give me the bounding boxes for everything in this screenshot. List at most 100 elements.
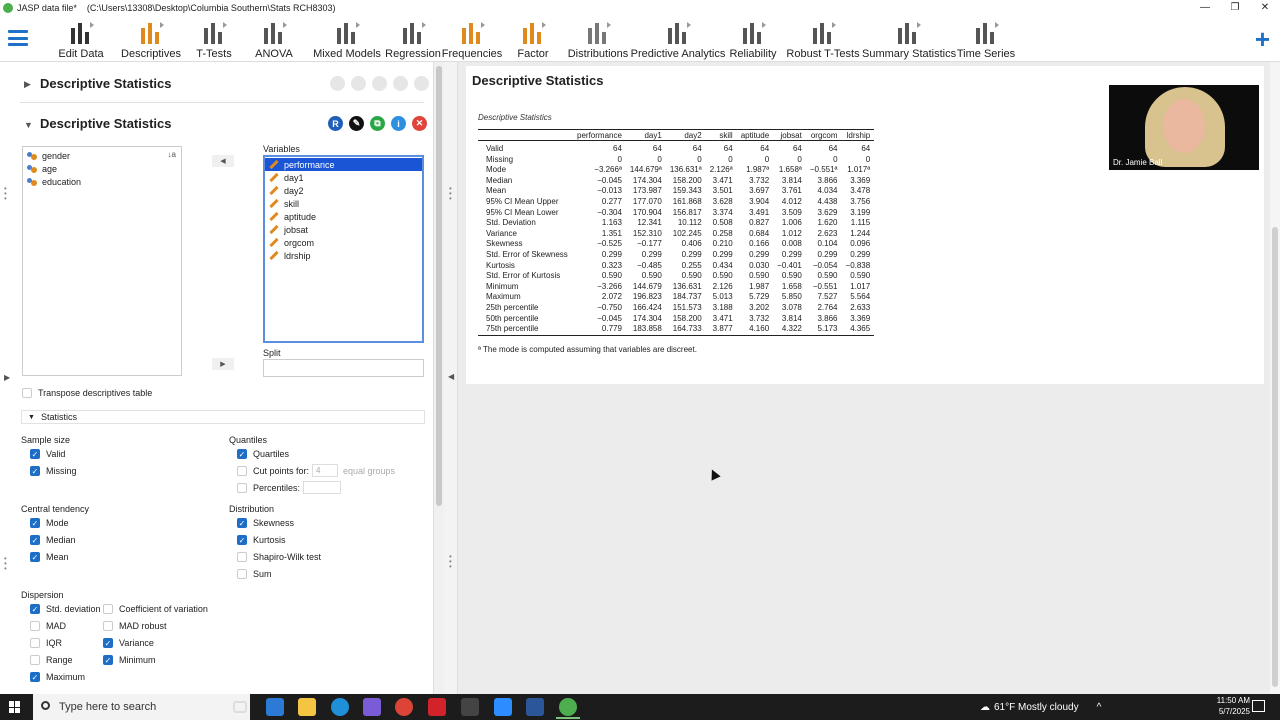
sum-checkbox[interactable]: Sum	[237, 569, 272, 579]
variables-list[interactable]: performance day1 day2 skill aptitude jobsat or…	[263, 155, 424, 343]
ribbon-frequencies-button[interactable]: Frequencies	[440, 16, 504, 62]
mad-robust-checkbox[interactable]: MAD robust	[103, 621, 167, 631]
results-scrollbar[interactable]	[1270, 62, 1280, 694]
mode-checkbox[interactable]: ✓ Mode	[30, 518, 69, 528]
ribbon-button-label: T-Tests	[196, 48, 232, 60]
pane-splitter[interactable]: • • • ◀ • • •	[444, 62, 458, 694]
expand-arrow-icon[interactable]: ▶	[24, 79, 31, 90]
results-title[interactable]: Descriptive Statistics	[472, 73, 604, 88]
r-syntax-icon[interactable]: R	[328, 116, 343, 131]
cut-points-checkbox[interactable]: Cut points for:	[237, 466, 309, 476]
collapse-arrow-icon[interactable]: ▼	[24, 120, 33, 130]
analysis-title[interactable]: Descriptive Statistics	[40, 116, 172, 131]
mean-checkbox[interactable]: ✓ Mean	[30, 552, 69, 562]
zoom-icon[interactable]	[494, 698, 512, 716]
task-view-icon[interactable]	[233, 701, 247, 713]
jasp-logo-icon	[3, 3, 13, 13]
range-checkbox[interactable]: Range	[30, 655, 73, 665]
percentiles-input[interactable]	[303, 481, 341, 494]
drag-handle-icon[interactable]: • • •	[4, 185, 7, 203]
edit-title-icon[interactable]: ✎	[349, 116, 364, 131]
variable-item[interactable]: jobsat	[265, 223, 422, 236]
options-scrollbar[interactable]	[434, 62, 444, 694]
variable-item[interactable]: day1	[265, 171, 422, 184]
restore-icon[interactable]: ❐	[1220, 0, 1250, 16]
jasp-taskbar-icon[interactable]	[559, 698, 577, 716]
missing-checkbox[interactable]: ✓ Missing	[30, 466, 77, 476]
taskbar-search-box[interactable]: Type here to search	[33, 694, 250, 720]
duplicate-icon[interactable]: ⧉	[370, 116, 385, 131]
add-module-icon[interactable]: +	[1255, 24, 1270, 55]
median-checkbox[interactable]: ✓ Median	[30, 535, 76, 545]
move-left-button[interactable]: ◀	[212, 155, 234, 167]
central-tendency-label: Central tendency	[21, 504, 90, 514]
chrome-icon[interactable]	[395, 698, 413, 716]
weather-text[interactable]: 61°F Mostly cloudy	[994, 702, 1079, 713]
ribbon-time-series-button[interactable]: Time Series	[955, 16, 1017, 62]
split-box[interactable]	[263, 359, 424, 377]
ribbon-descriptives-button[interactable]: Descriptives	[117, 16, 185, 62]
ribbon-t-tests-button[interactable]: T-Tests	[185, 16, 243, 62]
transpose-checkbox[interactable]: Transpose descriptives table	[22, 388, 152, 398]
skewness-checkbox[interactable]: ✓ Skewness	[237, 518, 294, 528]
variable-item[interactable]: skill	[265, 197, 422, 210]
valid-checkbox[interactable]: ✓ Valid	[30, 449, 65, 459]
r-app-icon[interactable]	[428, 698, 446, 716]
quartiles-checkbox[interactable]: ✓ Quartiles	[237, 449, 289, 459]
kurtosis-checkbox[interactable]: ✓ Kurtosis	[237, 535, 286, 545]
std-deviation-checkbox[interactable]: ✓ Std. deviation	[30, 604, 101, 614]
iqr-checkbox[interactable]: IQR	[30, 638, 62, 648]
statistics-section-header[interactable]: ▼ Statistics	[21, 410, 425, 424]
copilot-icon[interactable]	[363, 698, 381, 716]
mad-checkbox[interactable]: MAD	[30, 621, 66, 631]
edge-icon[interactable]	[331, 698, 349, 716]
variable-item[interactable]: performance	[265, 158, 422, 171]
sort-icon[interactable]: ↓a	[168, 150, 176, 159]
ribbon-edit-data-button[interactable]: Edit Data	[52, 16, 110, 62]
maximum-checkbox[interactable]: ✓ Maximum	[30, 672, 85, 682]
ribbon-predictive-analytics-button[interactable]: Predictive Analytics	[630, 16, 726, 62]
ribbon-reliability-button[interactable]: Reliability	[728, 16, 778, 62]
word-icon[interactable]	[526, 698, 544, 716]
ribbon-mixed-models-button[interactable]: Mixed Models	[305, 16, 389, 62]
drag-handle-icon[interactable]: • • •	[4, 555, 7, 573]
source-variable-item[interactable]: age	[23, 162, 181, 175]
variable-item[interactable]: day2	[265, 184, 422, 197]
ribbon-anova-button[interactable]: ANOVA	[248, 16, 300, 62]
minimum-checkbox[interactable]: ✓ Minimum	[103, 655, 156, 665]
source-variable-item[interactable]: education	[23, 175, 181, 188]
weather-icon[interactable]: ☁	[980, 702, 990, 713]
coefficient-of-variation-checkbox[interactable]: Coefficient of variation	[103, 604, 208, 614]
percentiles-checkbox[interactable]: Percentiles:	[237, 483, 300, 493]
pen-app-icon[interactable]	[461, 698, 479, 716]
ribbon-factor-button[interactable]: Factor	[508, 16, 558, 62]
shapiro-wilk-checkbox[interactable]: Shapiro-Wilk test	[237, 552, 321, 562]
variable-item[interactable]: orgcom	[265, 236, 422, 249]
source-variables-list[interactable]: gender age education ↓a	[22, 146, 182, 376]
move-right-button[interactable]: ▶	[212, 358, 234, 370]
close-window-icon[interactable]: ✕	[1250, 0, 1280, 16]
nominal-variable-icon	[27, 151, 37, 160]
file-explorer-icon[interactable]	[298, 698, 316, 716]
store-icon[interactable]	[266, 698, 284, 716]
ribbon-robust-t-tests-button[interactable]: Robust T-Tests	[785, 16, 861, 62]
ribbon-regression-button[interactable]: Regression	[382, 16, 444, 62]
variance-checkbox[interactable]: ✓ Variance	[103, 638, 154, 648]
collapsed-analysis-title[interactable]: Descriptive Statistics	[40, 76, 172, 91]
collapse-panel-icon[interactable]: ▶	[4, 373, 10, 382]
menu-icon[interactable]	[8, 30, 28, 46]
ribbon-distributions-button[interactable]: Distributions	[565, 16, 631, 62]
variable-item[interactable]: aptitude	[265, 210, 422, 223]
cut-points-input[interactable]: 4	[312, 464, 338, 477]
tray-chevron-icon[interactable]: ^	[1097, 702, 1102, 713]
remove-analysis-icon[interactable]: ✕	[412, 116, 427, 131]
variable-item[interactable]: ldrship	[265, 249, 422, 262]
windows-start-icon[interactable]	[9, 701, 21, 713]
info-icon[interactable]: i	[391, 116, 406, 131]
clock[interactable]: 11:50 AM 5/7/2025	[1200, 695, 1250, 717]
source-variable-item[interactable]: gender	[23, 149, 181, 162]
collapse-left-icon[interactable]: ◀	[448, 372, 454, 381]
minimize-icon[interactable]: —	[1190, 0, 1220, 16]
ribbon-summary-statistics-button[interactable]: Summary Statistics	[862, 16, 956, 62]
notification-icon[interactable]	[1252, 700, 1265, 712]
